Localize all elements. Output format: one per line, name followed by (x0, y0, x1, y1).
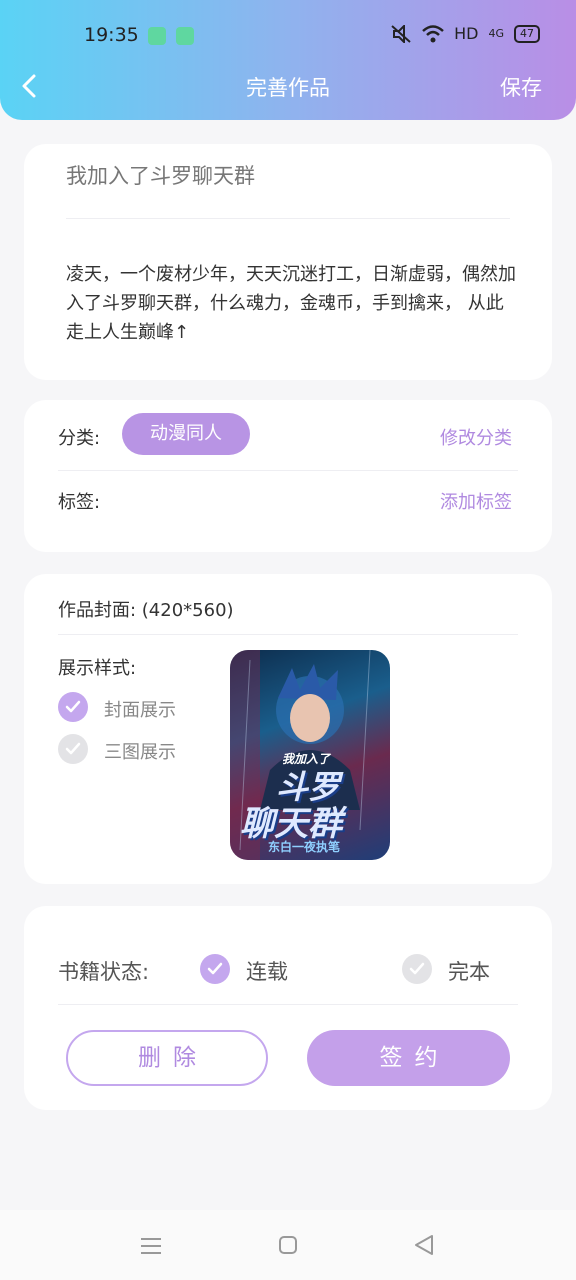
cover-label: 作品封面: (420*560) (58, 600, 234, 621)
divider (58, 1004, 518, 1005)
back-nav-icon[interactable] (414, 1234, 434, 1256)
app-notification-icon (148, 27, 166, 45)
system-nav-bar (0, 1210, 576, 1280)
sign-contract-button[interactable]: 签约 (307, 1030, 510, 1086)
tags-label: 标签: (58, 492, 101, 513)
status-time: 19:35 (84, 24, 139, 46)
battery-icon: 47 (514, 24, 540, 43)
network-type: HD (454, 24, 479, 43)
cover-author: 东白一夜执笔 (268, 840, 341, 854)
cover-image[interactable]: 我加入了 斗罗 聊天群 东白一夜执笔 (230, 650, 390, 860)
three-image-display-option[interactable]: 三图展示 (104, 738, 176, 764)
add-tag-link[interactable]: 添加标签 (440, 488, 512, 514)
check-icon (207, 962, 223, 975)
divider (66, 218, 510, 219)
completed-option[interactable]: 完本 (448, 956, 490, 986)
category-label: 分类: (58, 428, 101, 449)
app-header: 19:35 HD 4G 47 完善作品 保存 (0, 0, 576, 120)
check-icon (409, 962, 425, 975)
divider (58, 470, 518, 471)
wifi-icon (422, 24, 444, 42)
app-notification-icon (176, 27, 194, 45)
classification-card: 分类: 动漫同人 修改分类 标签: 添加标签 (24, 400, 552, 552)
serializing-checkbox[interactable] (200, 954, 230, 984)
serializing-option[interactable]: 连载 (246, 956, 288, 986)
completed-checkbox[interactable] (402, 954, 432, 984)
edit-category-link[interactable]: 修改分类 (440, 424, 512, 450)
mute-vibrate-icon (391, 24, 411, 43)
cover-display-option[interactable]: 封面展示 (104, 696, 176, 722)
delete-button[interactable]: 删除 (66, 1030, 268, 1086)
home-icon[interactable] (278, 1235, 298, 1255)
three-image-display-checkbox[interactable] (58, 734, 88, 764)
divider (58, 634, 518, 635)
check-icon (65, 700, 81, 713)
check-icon (65, 742, 81, 755)
signal-type: 4G (488, 27, 504, 40)
menu-icon[interactable] (140, 1236, 162, 1256)
cover-display-checkbox[interactable] (58, 692, 88, 722)
work-description-input[interactable]: 凌天，一个废材少年，天天沉迷打工，日渐虚弱，偶然加入了斗罗聊天群，什么魂力，金魂… (66, 260, 516, 347)
category-pill[interactable]: 动漫同人 (122, 413, 250, 455)
display-style-label: 展示样式: (58, 658, 137, 679)
save-button[interactable]: 保存 (500, 72, 542, 102)
work-title-input[interactable]: 我加入了斗罗聊天群 (66, 160, 255, 190)
book-status-label: 书籍状态: (58, 960, 150, 984)
book-status-card: 书籍状态: 连载 完本 删除 签约 (24, 906, 552, 1110)
page-title: 完善作品 (246, 76, 330, 100)
status-icons: HD 4G 47 (390, 24, 540, 43)
work-info-card: 我加入了斗罗聊天群 凌天，一个废材少年，天天沉迷打工，日渐虚弱，偶然加入了斗罗聊… (24, 144, 552, 380)
cover-card: 作品封面: (420*560) 展示样式: 封面展示 三图展示 我加入了 斗罗 … (24, 574, 552, 884)
